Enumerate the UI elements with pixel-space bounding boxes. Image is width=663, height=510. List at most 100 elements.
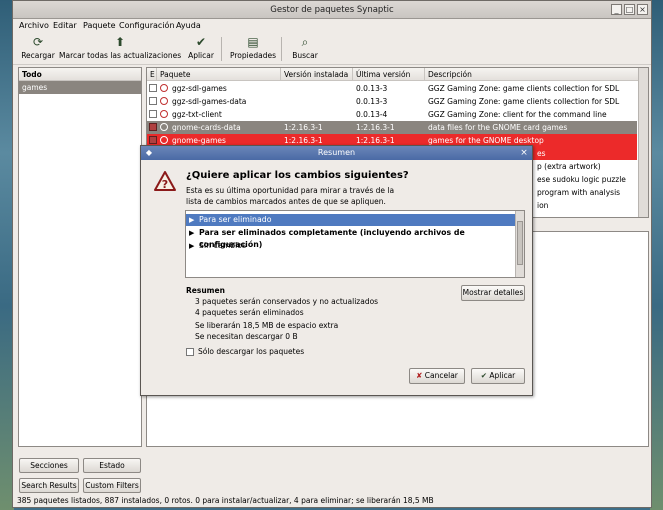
reload-button[interactable]: ⟳ Recargar (21, 35, 55, 63)
debian-swirl-icon (160, 110, 168, 118)
sections-button[interactable]: Secciones (19, 458, 79, 473)
package-checkbox-marked-remove[interactable] (149, 136, 157, 144)
menu-editar[interactable]: Editar (53, 21, 77, 30)
package-latest: 0.0.13-3 (356, 84, 388, 93)
package-description-partial: ese sudoku logic puzzle (537, 175, 626, 184)
menu-bar: Archivo Editar Paquete Configuración Ayu… (13, 19, 651, 33)
mark-all-label: Marcar todas las actualizaciones (59, 51, 182, 60)
toolbar-separator (281, 37, 282, 61)
search-results-button[interactable]: Search Results (19, 478, 79, 493)
search-button[interactable]: ⌕ Buscar (289, 35, 321, 63)
menu-archivo[interactable]: Archivo (19, 21, 49, 30)
show-details-button[interactable]: Mostrar detalles (461, 285, 525, 301)
sidebar-header[interactable]: Todo (19, 68, 141, 81)
package-list-scrollbar[interactable] (638, 68, 648, 217)
sidebar-item-games[interactable]: games (19, 81, 141, 94)
debian-swirl-icon (160, 136, 168, 144)
package-latest: 1:2.16.3-1 (356, 136, 395, 145)
mark-all-upgrades-button[interactable]: ⬆ Marcar todas las actualizaciones (59, 35, 181, 63)
package-row[interactable]: ggz-sdl-games-data 0.0.13-3 GGZ Gaming Z… (147, 95, 637, 108)
menu-configuracion[interactable]: Configuración (119, 21, 175, 30)
debian-swirl-icon (160, 97, 168, 105)
filter-sidebar: Todo games (18, 67, 142, 447)
package-name: ggz-txt-client (172, 110, 222, 119)
checkmark-icon: ✔ (195, 35, 207, 49)
toolbar-separator (221, 37, 222, 61)
expander-icon[interactable]: ▶ (189, 214, 194, 226)
apply-button[interactable]: ✔ Aplicar (185, 35, 217, 63)
download-only-label: Sólo descargar los paquetes (198, 347, 305, 356)
column-header-latest[interactable]: Última versión (353, 68, 425, 81)
maximize-button[interactable]: □ (624, 4, 635, 15)
changes-tree-scrollbar[interactable] (515, 211, 524, 277)
close-window-button[interactable]: × (637, 4, 648, 15)
column-header-installed[interactable]: Versión instalada (281, 68, 353, 81)
expander-icon[interactable]: ▶ (189, 227, 194, 239)
expander-icon[interactable]: ▶ (189, 240, 194, 252)
debian-swirl-icon (160, 84, 168, 92)
package-description: games for the GNOME desktop (428, 136, 544, 145)
dialog-heading: ¿Quiere aplicar los cambios siguientes? (186, 170, 409, 181)
package-checkbox[interactable] (149, 97, 157, 105)
menu-ayuda[interactable]: Ayuda (176, 21, 201, 30)
summary-line: 3 paquetes serán conservados y no actual… (195, 297, 379, 306)
package-description-partial: ion (537, 201, 549, 210)
package-checkbox[interactable] (149, 84, 157, 92)
window-titlebar[interactable]: Gestor de paquetes Synaptic _ □ × (13, 1, 651, 19)
properties-button[interactable]: ▤ Propiedades (229, 35, 277, 63)
column-header-description[interactable]: Descripción (425, 68, 639, 81)
apply-label: Aplicar (188, 51, 214, 60)
reload-icon: ⟳ (32, 35, 44, 49)
toolbar: ⟳ Recargar ⬆ Marcar todas las actualizac… (13, 33, 651, 65)
package-latest: 0.0.13-3 (356, 97, 388, 106)
scrollbar-thumb[interactable] (517, 221, 523, 265)
summary-heading: Resumen (186, 286, 225, 295)
dialog-titlebar[interactable]: ◆ Resumen × (141, 146, 532, 160)
package-description: data files for the GNOME card games (428, 123, 568, 132)
properties-label: Propiedades (230, 51, 276, 60)
changes-tree-item[interactable]: ▶ Para ser eliminados completamente (inc… (186, 227, 516, 249)
dialog-apply-button[interactable]: ✔ Aplicar (471, 368, 525, 384)
changes-tree-item[interactable]: ▶ Para ser eliminado (186, 214, 516, 226)
summary-line: Se liberarán 18,5 MB de espacio extra (195, 321, 339, 330)
cancel-icon: ✘ (416, 371, 425, 380)
minimize-button[interactable]: _ (611, 4, 622, 15)
cancel-button[interactable]: ✘ Cancelar (409, 368, 465, 384)
changes-tree-item[interactable]: ▶ Sin cambios (186, 240, 516, 252)
summary-dialog: ◆ Resumen × ? ¿Quiere aplicar los cambio… (140, 145, 533, 396)
changes-tree: ▶ Para ser eliminado ▶ Para ser eliminad… (185, 210, 525, 278)
debian-swirl-icon (160, 123, 168, 131)
changes-tree-label: Sin cambios (199, 241, 247, 250)
status-button[interactable]: Estado (83, 458, 141, 473)
package-row[interactable]: ggz-txt-client 0.0.13-4 GGZ Gaming Zone:… (147, 108, 637, 121)
package-installed: 1:2.16.3-1 (284, 123, 323, 132)
dialog-description: Esta es su última oportunidad para mirar… (186, 186, 395, 206)
package-description-partial: es (537, 149, 546, 158)
package-description: GGZ Gaming Zone: game clients collection… (428, 97, 620, 106)
package-latest: 1:2.16.3-1 (356, 123, 395, 132)
search-icon: ⌕ (301, 35, 309, 49)
package-name: gnome-cards-data (172, 123, 241, 132)
summary-line: 4 paquetes serán eliminados (195, 308, 304, 317)
package-name: gnome-games (172, 136, 226, 145)
close-icon[interactable]: × (519, 148, 529, 158)
upgrade-icon: ⬆ (114, 35, 126, 49)
package-row[interactable]: gnome-cards-data 1:2.16.3-1 1:2.16.3-1 d… (147, 121, 637, 134)
window-title: Gestor de paquetes Synaptic (270, 5, 394, 15)
package-checkbox-marked-remove[interactable] (149, 123, 157, 131)
package-description: GGZ Gaming Zone: client for the command … (428, 110, 607, 119)
search-label: Buscar (292, 51, 318, 60)
column-header-state[interactable]: E (147, 68, 157, 81)
dialog-app-icon: ◆ (145, 148, 153, 157)
custom-filters-button[interactable]: Custom Filters (83, 478, 141, 493)
column-header-package[interactable]: Paquete (157, 68, 281, 81)
package-checkbox[interactable] (149, 110, 157, 118)
reload-label: Recargar (21, 51, 55, 60)
download-only-checkbox[interactable] (186, 348, 194, 356)
svg-text:?: ? (162, 178, 168, 191)
package-name: ggz-sdl-games (172, 84, 227, 93)
package-row[interactable]: ggz-sdl-games 0.0.13-3 GGZ Gaming Zone: … (147, 82, 637, 95)
changes-tree-label: Para ser eliminado (199, 215, 272, 224)
menu-paquete[interactable]: Paquete (83, 21, 116, 30)
package-latest: 0.0.13-4 (356, 110, 388, 119)
